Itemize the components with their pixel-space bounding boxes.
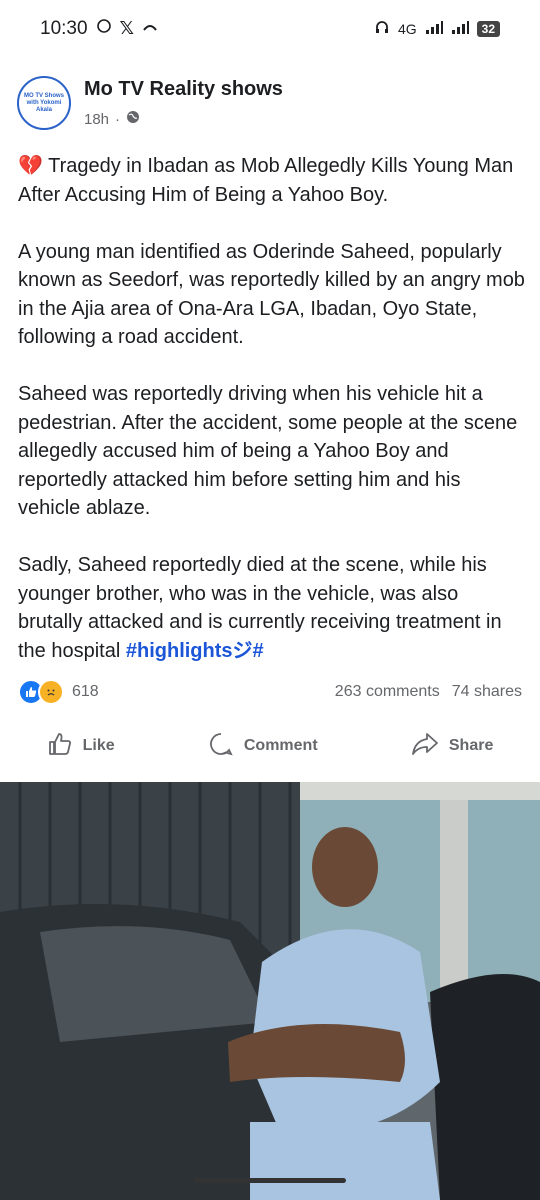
post-stats: 618 263 comments 74 shares (18, 678, 522, 706)
share-button[interactable]: Share (411, 731, 493, 762)
home-indicator[interactable] (194, 1178, 346, 1183)
post-paragraph-2: Saheed was reportedly driving when his v… (18, 383, 518, 519)
broken-heart-icon: 💔 (18, 155, 43, 177)
share-icon (411, 731, 439, 762)
post-header: MO TV Shows with Yokomi Akala Mo TV Real… (0, 66, 540, 136)
signal-icon-2 (451, 20, 469, 37)
headphones-icon (374, 19, 390, 38)
missed-call-icon (142, 18, 158, 39)
photo-illustration (0, 782, 540, 1200)
comment-icon (208, 731, 234, 762)
action-bar: Like Comment Share (0, 720, 540, 772)
status-bar: 10:30 𝕏 4G 32 (0, 0, 540, 57)
like-label: Like (82, 737, 115, 754)
signal-icon (425, 20, 443, 37)
reaction-summary[interactable]: 618 (18, 679, 99, 705)
dot-separator: · (115, 110, 121, 128)
comment-count[interactable]: 263 comments (335, 683, 440, 701)
post-paragraph-1: A young man identified as Oderinde Sahee… (18, 240, 525, 349)
page-avatar[interactable]: MO TV Shows with Yokomi Akala (17, 76, 71, 130)
page-name[interactable]: Mo TV Reality shows (84, 78, 283, 101)
chat-bubble-icon (96, 18, 112, 39)
comment-button[interactable]: Comment (208, 731, 318, 762)
post-text: 💔 Tragedy in Ibadan as Mob Allegedly Kil… (18, 152, 526, 694)
post-headline-paragraph: 💔 Tragedy in Ibadan as Mob Allegedly Kil… (18, 152, 526, 209)
post-headline: Tragedy in Ibadan as Mob Allegedly Kills… (18, 155, 514, 206)
like-button[interactable]: Like (47, 731, 115, 762)
share-count[interactable]: 74 shares (452, 683, 522, 701)
post-paragraph-3-wrap: Sadly, Saheed reportedly died at the sce… (18, 551, 526, 665)
share-label: Share (448, 737, 494, 754)
status-time: 10:30 (40, 17, 88, 39)
post-photo[interactable] (0, 782, 540, 1200)
reaction-count: 618 (72, 683, 99, 700)
hashtag-link[interactable]: #highlightsジ# (126, 640, 264, 662)
comment-label: Comment (243, 737, 318, 754)
battery-level: 32 (476, 20, 500, 37)
post-meta: 18h · (84, 110, 140, 128)
sad-reaction-icon (38, 679, 64, 705)
avatar-logo-text: MO TV Shows with Yokomi Akala (23, 92, 64, 113)
globe-icon (126, 110, 140, 128)
x-app-icon: 𝕏 (119, 18, 135, 38)
post-timestamp[interactable]: 18h (84, 111, 109, 128)
network-type: 4G (397, 20, 417, 37)
thumbs-up-icon (47, 731, 73, 762)
